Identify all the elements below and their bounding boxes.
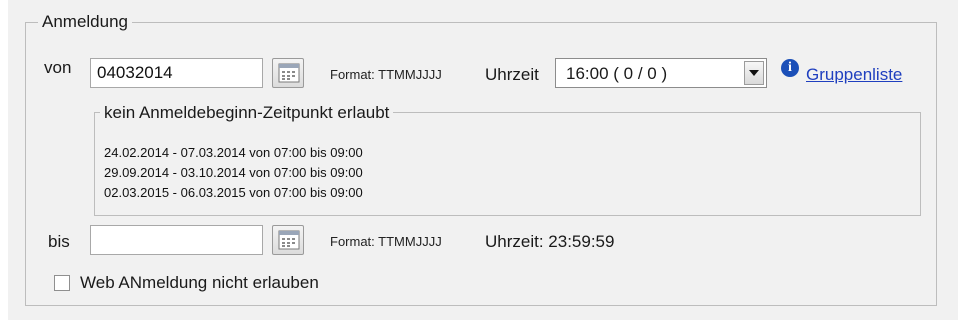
to-label: bis [48,232,70,251]
from-label: von [44,58,72,77]
from-date-input[interactable] [90,58,263,88]
web-registration-checkbox[interactable] [54,275,70,291]
dropdown-button[interactable] [744,61,764,85]
calendar-icon [278,63,300,83]
info-icon[interactable]: i [781,59,799,77]
restriction-row: 24.02.2014 - 07.03.2014 von 07:00 bis 09… [104,145,363,160]
groupbox-title: Anmeldung [38,13,133,31]
to-calendar-button[interactable] [272,225,304,255]
from-calendar-button[interactable] [272,58,304,88]
to-date-input[interactable] [90,225,263,255]
web-registration-label: Web ANmeldung nicht erlauben [80,273,319,292]
restriction-row: 02.03.2015 - 06.03.2015 von 07:00 bis 09… [104,185,363,200]
from-format-hint: Format: TTMMJJJJ [330,67,442,82]
from-time-select[interactable]: 16:00 ( 0 / 0 ) [555,58,767,88]
to-format-hint: Format: TTMMJJJJ [330,234,442,249]
calendar-icon [278,230,300,250]
from-time-label: Uhrzeit [485,65,539,84]
to-time-text: Uhrzeit: 23:59:59 [485,232,615,251]
from-time-selected: 16:00 ( 0 / 0 ) [566,64,668,83]
restriction-row: 29.09.2014 - 03.10.2014 von 07:00 bis 09… [104,165,363,180]
group-list-link[interactable]: Gruppenliste [806,65,902,85]
restriction-title: kein Anmeldebeginn-Zeitpunkt erlaubt [100,104,394,122]
chevron-down-icon [749,70,759,76]
